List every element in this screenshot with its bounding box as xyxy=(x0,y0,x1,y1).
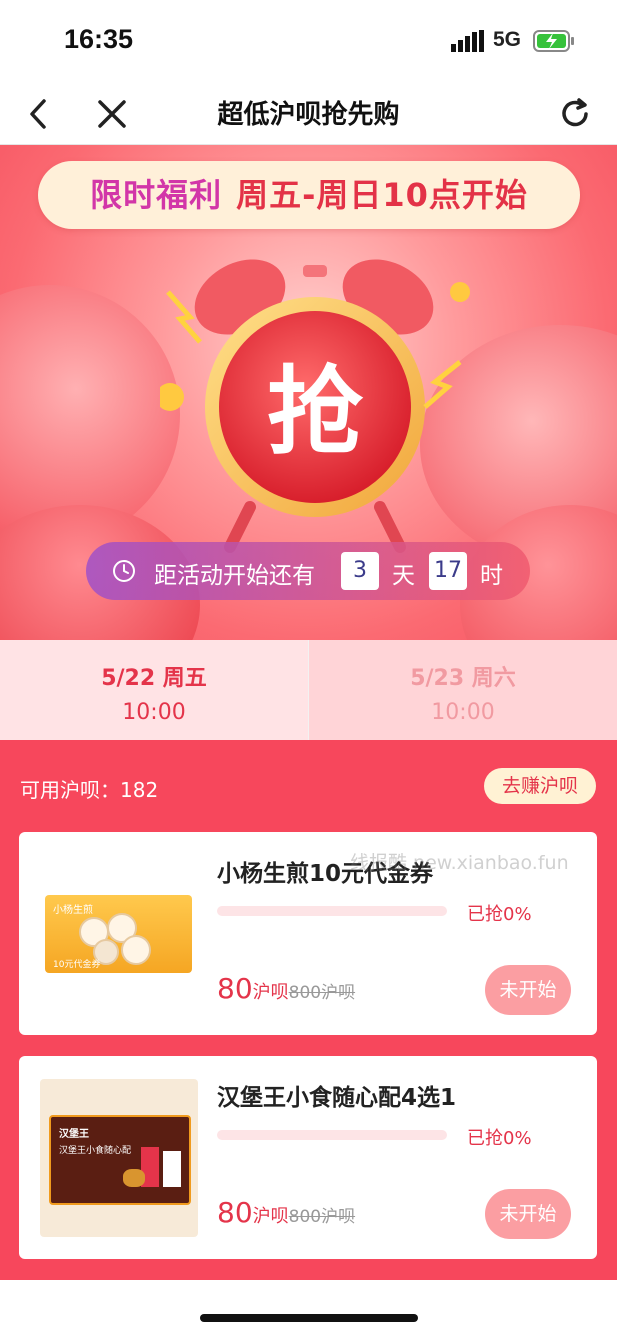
banner-label: 限时福利 xyxy=(90,176,223,214)
price-value: 80 xyxy=(217,1196,253,1229)
home-indicator[interactable] xyxy=(200,1314,418,1322)
countdown-prefix: 距活动开始还有 xyxy=(154,563,315,589)
not-started-button[interactable]: 未开始 xyxy=(485,1189,571,1239)
tab-time-label: 10:00 xyxy=(431,700,495,725)
progress-bar xyxy=(217,906,447,916)
product-title: 汉堡王小食随心配4选1 xyxy=(217,1085,457,1111)
countdown-bar: 距活动开始还有 3 天 17 时 xyxy=(86,542,530,600)
network-label: 5G xyxy=(493,28,522,51)
product-image: 小杨生煎 10元代金券 xyxy=(45,895,192,973)
product-image: 汉堡王 汉堡王小食随心配 xyxy=(40,1079,198,1237)
tab-date-2[interactable]: 5/23 周六 10:00 xyxy=(309,640,617,740)
countdown-days: 3 xyxy=(341,552,379,590)
clock-char: 抢 xyxy=(267,356,364,468)
countdown-hours: 17 xyxy=(429,552,467,590)
watermark: 线报酷 new.xianbao.fun xyxy=(350,852,569,874)
image-brand: 小杨生煎 xyxy=(53,905,93,916)
tab-date-label: 5/22 周五 xyxy=(101,666,207,691)
alarm-clock-icon: 抢 xyxy=(160,259,470,553)
nav-bar: 超低沪呗抢先购 xyxy=(0,82,617,145)
progress-bar xyxy=(217,1130,447,1140)
hero-banner: 限时福利 周五-周日10点开始 抢 距活动开始还有 3 天 17 时 xyxy=(0,145,617,640)
image-caption: 10元代金券 xyxy=(53,960,101,970)
price: 80沪呗800沪呗 xyxy=(217,972,355,1005)
price: 80沪呗800沪呗 xyxy=(217,1196,355,1229)
product-card[interactable]: 汉堡王 汉堡王小食随心配 汉堡王小食随心配4选1 已抢0% 80沪呗800沪呗 … xyxy=(19,1056,597,1259)
original-price: 800沪呗 xyxy=(288,983,356,1003)
status-bar: 16:35 5G xyxy=(0,0,617,82)
price-unit: 沪呗 xyxy=(252,1206,289,1227)
bottom-area xyxy=(0,1280,617,1334)
progress-label: 已抢0% xyxy=(467,904,532,925)
image-caption: 汉堡王小食随心配 xyxy=(59,1146,132,1156)
tab-date-label: 5/23 周六 xyxy=(410,666,516,691)
earn-points-button[interactable]: 去赚沪呗 xyxy=(484,768,596,804)
battery-charging-icon xyxy=(533,30,574,52)
countdown-day-unit: 天 xyxy=(392,563,415,589)
refresh-icon[interactable] xyxy=(553,92,597,136)
status-time: 16:35 xyxy=(64,24,134,54)
tab-time-label: 10:00 xyxy=(122,700,186,725)
clock-icon xyxy=(113,560,135,582)
product-section: 可用沪呗：182 去赚沪呗 小杨生煎 10元代金券 小杨生煎 10元代金券 已抢0… xyxy=(0,740,617,1280)
not-started-button[interactable]: 未开始 xyxy=(485,965,571,1015)
price-value: 80 xyxy=(217,972,253,1005)
progress-label: 已抢0% xyxy=(467,1128,532,1149)
tab-date-1[interactable]: 5/22 周五 10:00 xyxy=(0,640,308,740)
page-title: 超低沪呗抢先购 xyxy=(217,100,400,130)
image-brand: 汉堡王 xyxy=(59,1129,89,1140)
signal-icon xyxy=(451,30,484,52)
available-points: 可用沪呗：182 xyxy=(20,778,159,802)
promo-banner: 限时福利 周五-周日10点开始 xyxy=(38,161,580,229)
price-unit: 沪呗 xyxy=(252,982,289,1003)
banner-schedule: 周五-周日10点开始 xyxy=(236,176,528,214)
original-price: 800沪呗 xyxy=(288,1207,356,1227)
date-tabs: 5/22 周五 10:00 5/23 周六 10:00 xyxy=(0,640,617,740)
countdown-hour-unit: 时 xyxy=(480,563,503,589)
